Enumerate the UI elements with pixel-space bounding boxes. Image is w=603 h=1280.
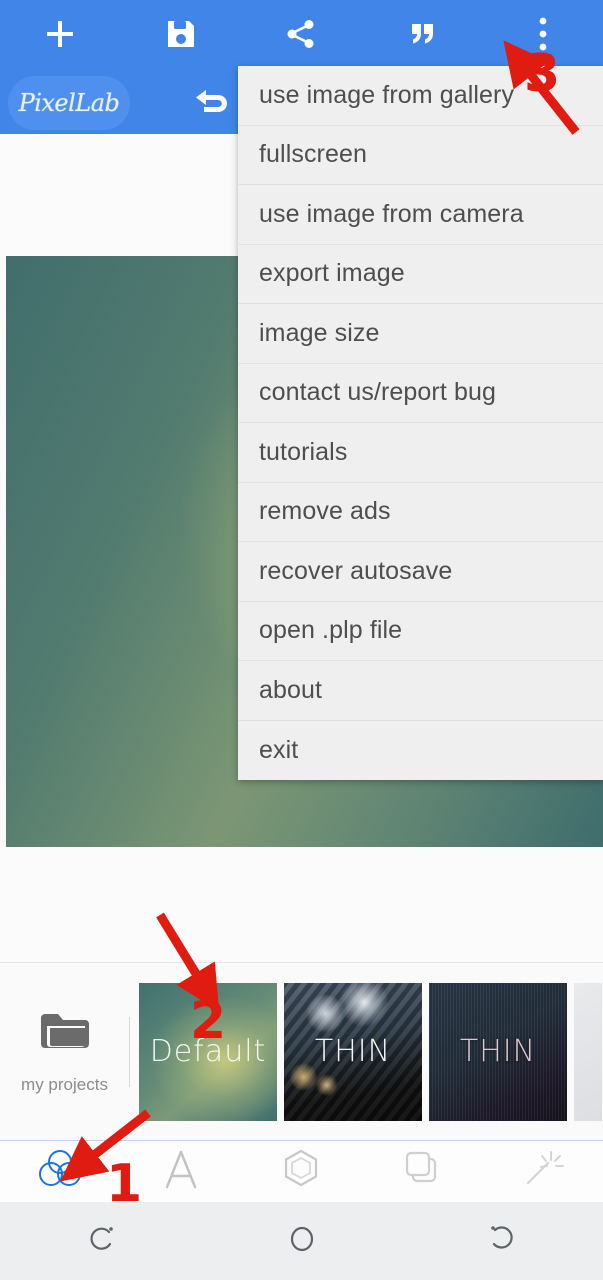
app-logo-text: PixelLab bbox=[18, 89, 120, 117]
template-thumbnail-label: THIN bbox=[459, 1034, 537, 1069]
share-button[interactable] bbox=[241, 0, 362, 72]
hexagon-icon bbox=[279, 1147, 323, 1196]
template-thumbnail-thin-2[interactable]: THIN bbox=[429, 982, 567, 1121]
tab-layers[interactable] bbox=[362, 1141, 483, 1203]
android-navigation-bar[interactable] bbox=[0, 1202, 603, 1280]
tab-shape[interactable] bbox=[241, 1141, 362, 1203]
template-thumbnail-list[interactable]: Default THIN THIN bbox=[139, 982, 603, 1121]
top-toolbar-actions bbox=[0, 0, 603, 72]
nav-recents-button[interactable] bbox=[0, 1202, 201, 1280]
menu-item-fullscreen[interactable]: fullscreen bbox=[238, 126, 603, 185]
tab-text[interactable] bbox=[121, 1141, 242, 1203]
add-button[interactable] bbox=[0, 0, 121, 72]
folder-icon bbox=[37, 1008, 93, 1061]
my-projects-button[interactable]: my projects bbox=[0, 963, 129, 1141]
three-dots-vertical-icon bbox=[537, 16, 549, 57]
strip-divider bbox=[129, 1016, 130, 1087]
template-thumbnail-label: THIN bbox=[314, 1034, 392, 1069]
pixellab-app-screen: PixelLab use image from gallery fullscre… bbox=[0, 0, 603, 1280]
share-icon bbox=[285, 18, 317, 55]
quote-icon bbox=[406, 18, 438, 55]
back-icon bbox=[486, 1222, 520, 1261]
home-circle-icon bbox=[285, 1222, 319, 1261]
menu-item-exit[interactable]: exit bbox=[238, 721, 603, 781]
save-button[interactable] bbox=[121, 0, 242, 72]
three-circles-icon bbox=[36, 1147, 84, 1196]
floppy-disk-icon bbox=[165, 18, 197, 55]
template-thumbnail-label: Default bbox=[149, 1034, 267, 1069]
menu-item-contact-us-report-bug[interactable]: contact us/report bug bbox=[238, 364, 603, 423]
template-strip[interactable]: my projects Default THIN THIN bbox=[0, 962, 603, 1140]
menu-item-open-plp-file[interactable]: open .plp file bbox=[238, 602, 603, 661]
nav-home-button[interactable] bbox=[201, 1202, 402, 1280]
my-projects-label: my projects bbox=[21, 1075, 108, 1094]
overflow-menu-button[interactable] bbox=[482, 0, 603, 72]
plus-icon bbox=[43, 17, 77, 56]
menu-item-use-image-from-camera[interactable]: use image from camera bbox=[238, 185, 603, 245]
app-logo[interactable]: PixelLab bbox=[8, 76, 130, 130]
layers-icon bbox=[399, 1147, 445, 1196]
template-thumbnail-thin-1[interactable]: THIN bbox=[284, 982, 422, 1121]
menu-item-about[interactable]: about bbox=[238, 661, 603, 721]
menu-item-remove-ads[interactable]: remove ads bbox=[238, 483, 603, 542]
nav-back-button[interactable] bbox=[402, 1202, 603, 1280]
overflow-dropdown-menu[interactable]: use image from gallery fullscreen use im… bbox=[238, 66, 603, 780]
template-thumbnail-partial[interactable] bbox=[574, 982, 602, 1121]
recents-icon bbox=[84, 1222, 118, 1261]
menu-item-export-image[interactable]: export image bbox=[238, 245, 603, 304]
quote-button[interactable] bbox=[362, 0, 483, 72]
magic-wand-icon bbox=[520, 1147, 566, 1196]
menu-item-use-image-from-gallery[interactable]: use image from gallery bbox=[238, 66, 603, 126]
letter-a-icon bbox=[161, 1147, 201, 1196]
undo-button[interactable] bbox=[182, 75, 244, 131]
bottom-tab-bar[interactable] bbox=[0, 1140, 603, 1202]
undo-arrow-icon bbox=[193, 84, 233, 123]
tab-effects[interactable] bbox=[482, 1141, 603, 1203]
menu-item-tutorials[interactable]: tutorials bbox=[238, 423, 603, 483]
tab-background[interactable] bbox=[0, 1141, 121, 1203]
menu-item-image-size[interactable]: image size bbox=[238, 304, 603, 364]
menu-item-recover-autosave[interactable]: recover autosave bbox=[238, 542, 603, 602]
template-thumbnail-default[interactable]: Default bbox=[139, 982, 277, 1121]
